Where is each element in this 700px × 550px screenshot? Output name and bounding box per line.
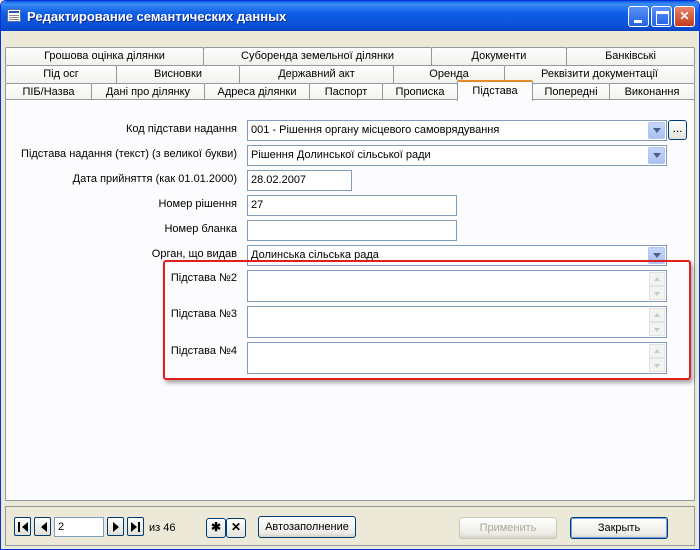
- record-total: из 46: [149, 522, 176, 534]
- close-button[interactable]: Закрыть: [570, 517, 668, 539]
- code-label: Код підстави надання: [126, 123, 237, 135]
- triangle-left-icon: [41, 522, 47, 532]
- chevron-down-icon[interactable]: [648, 122, 665, 139]
- tab-banking[interactable]: Банківські: [566, 47, 695, 65]
- tab-sublease[interactable]: Суборенда земельної ділянки: [203, 47, 432, 65]
- close-icon[interactable]: ✕: [674, 6, 695, 27]
- new-record-button[interactable]: ✱: [206, 518, 226, 538]
- apply-button[interactable]: Применить: [459, 517, 557, 539]
- title-bar[interactable]: Редактирование семантических данных ✕: [1, 1, 699, 31]
- tab-conclusions[interactable]: Висновки: [116, 65, 240, 83]
- tab-state-act[interactable]: Державний акт: [239, 65, 394, 83]
- delete-record-button[interactable]: ✕: [226, 518, 246, 538]
- maximize-icon[interactable]: [651, 6, 672, 27]
- decision-number-label: Номер рішення: [158, 198, 237, 210]
- tab-documents[interactable]: Документи: [431, 47, 567, 65]
- last-record-button[interactable]: [127, 517, 144, 536]
- first-record-button[interactable]: [14, 517, 31, 536]
- blank-number-label: Номер бланка: [164, 223, 237, 235]
- record-number-field[interactable]: 2: [54, 517, 104, 537]
- basis-text-label: Підстава надання (текст) (з великої букв…: [21, 148, 237, 160]
- basis-text-select[interactable]: Рішення Долинської сільської ради: [247, 145, 667, 166]
- code-select[interactable]: 001 - Рішення органу місцевого самовряду…: [247, 120, 667, 141]
- prev-record-button[interactable]: [34, 517, 51, 536]
- issuing-organ-label: Орган, що видав: [151, 248, 237, 260]
- triangle-left-icon: [22, 522, 28, 532]
- navigation-bar: 2 из 46 ✱ ✕ Автозаполнение Применить Зак…: [5, 506, 695, 546]
- basis-text-value: Рішення Долинської сільської ради: [251, 149, 431, 161]
- triangle-right-icon: [113, 522, 119, 532]
- last-bar-icon: [138, 522, 140, 532]
- blank-number-field[interactable]: [247, 220, 457, 241]
- tab-under-osg[interactable]: Під осг: [5, 65, 117, 83]
- tab-money-valuation[interactable]: Грошова оцінка ділянки: [5, 47, 204, 65]
- code-value: 001 - Рішення органу місцевого самовряду…: [251, 124, 500, 136]
- highlight-annotation: [163, 260, 691, 380]
- next-record-button[interactable]: [107, 517, 124, 536]
- date-label: Дата прийняття (как 01.01.2000): [72, 173, 237, 185]
- chevron-down-icon[interactable]: [648, 147, 665, 164]
- form-icon: [7, 9, 21, 22]
- first-bar-icon: [18, 522, 20, 532]
- minimize-icon[interactable]: [628, 6, 649, 27]
- date-field[interactable]: 28.02.2007: [247, 170, 352, 191]
- triangle-right-icon: [131, 522, 137, 532]
- dialog-window: Редактирование семантических данных ✕ Гр…: [0, 0, 700, 550]
- tab-basis[interactable]: Підстава: [457, 80, 533, 101]
- window-title: Редактирование семантических данных: [27, 9, 287, 24]
- autofill-button[interactable]: Автозаполнение: [258, 516, 356, 538]
- ellipsis-button[interactable]: ...: [668, 120, 687, 140]
- decision-number-field[interactable]: 27: [247, 195, 457, 216]
